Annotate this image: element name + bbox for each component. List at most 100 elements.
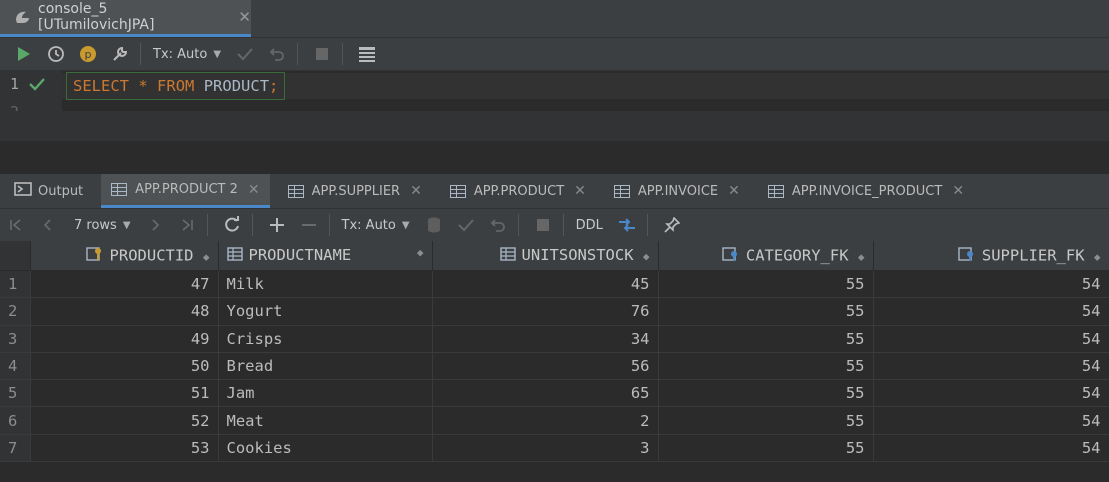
cell-productname[interactable]: Crisps bbox=[218, 325, 433, 353]
db-submit-button[interactable] bbox=[420, 211, 448, 239]
results-grid[interactable]: PRODUCTID ◆ PRODUCTNAME ◆ UNITSONSTOCK ◆… bbox=[0, 241, 1109, 463]
close-icon[interactable]: ✕ bbox=[248, 182, 260, 198]
tab-label: APP.INVOICE bbox=[637, 183, 719, 199]
sql-statement[interactable]: SELECT * FROM PRODUCT; bbox=[66, 72, 286, 100]
rows-count: 7 rows bbox=[74, 217, 117, 233]
tab-app-product-2[interactable]: APP.PRODUCT 2 ✕ bbox=[101, 174, 270, 208]
sort-icon[interactable]: ◆ bbox=[417, 246, 424, 259]
cell-unitsonstock[interactable]: 76 bbox=[432, 297, 659, 326]
cell-productname[interactable]: Milk bbox=[218, 270, 433, 299]
column-header-unitsonstock[interactable]: UNITSONSTOCK ◆ bbox=[432, 241, 659, 271]
commit-button[interactable] bbox=[231, 40, 259, 68]
cell-unitsonstock[interactable]: 45 bbox=[432, 270, 659, 299]
delete-row-button[interactable] bbox=[295, 211, 323, 239]
cell-productid[interactable]: 52 bbox=[30, 406, 219, 435]
table-row[interactable]: 2 48 Yogurt 76 55 54 bbox=[0, 297, 1109, 326]
cell-category-fk[interactable]: 55 bbox=[658, 352, 874, 381]
cell-category-fk[interactable]: 55 bbox=[658, 325, 874, 353]
close-icon[interactable]: ✕ bbox=[238, 8, 251, 26]
last-page-button[interactable] bbox=[173, 211, 201, 239]
cell-productid[interactable]: 53 bbox=[30, 434, 219, 463]
cell-supplier-fk[interactable]: 54 bbox=[873, 297, 1109, 326]
sort-icon[interactable]: ◆ bbox=[203, 250, 210, 263]
grid-commit-button[interactable] bbox=[452, 211, 480, 239]
table-row[interactable]: 4 50 Bread 56 55 54 bbox=[0, 352, 1109, 381]
cell-productname[interactable]: Cookies bbox=[218, 434, 433, 463]
grid-stop-button[interactable] bbox=[529, 211, 557, 239]
success-check-icon bbox=[29, 76, 45, 95]
cell-unitsonstock[interactable]: 2 bbox=[432, 406, 659, 435]
grid-rollback-button[interactable] bbox=[484, 211, 512, 239]
cell-productname[interactable]: Jam bbox=[218, 379, 433, 408]
toolbar-separator bbox=[251, 214, 253, 236]
close-icon[interactable]: ✕ bbox=[952, 183, 964, 199]
cell-category-fk[interactable]: 55 bbox=[658, 406, 874, 435]
page-size-dropdown[interactable]: 7 rows ▼ bbox=[68, 218, 137, 233]
column-header-productname[interactable]: PRODUCTNAME ◆ bbox=[218, 241, 433, 271]
cell-supplier-fk[interactable]: 54 bbox=[873, 434, 1109, 463]
tab-app-supplier[interactable]: APP.SUPPLIER ✕ bbox=[278, 174, 432, 208]
tx-mode-dropdown[interactable]: Tx: Auto ▼ bbox=[147, 47, 227, 62]
undo-icon bbox=[269, 48, 284, 61]
tab-app-invoice-product[interactable]: APP.INVOICE_PRODUCT ✕ bbox=[758, 174, 974, 208]
cell-productid[interactable]: 49 bbox=[30, 325, 219, 353]
table-row[interactable]: 1 47 Milk 45 55 54 bbox=[0, 270, 1109, 299]
add-row-button[interactable] bbox=[263, 211, 291, 239]
cell-productname[interactable]: Meat bbox=[218, 406, 433, 435]
close-icon[interactable]: ✕ bbox=[410, 183, 422, 199]
tab-app-invoice[interactable]: APP.INVOICE ✕ bbox=[604, 174, 750, 208]
cell-unitsonstock[interactable]: 34 bbox=[432, 325, 659, 353]
cell-supplier-fk[interactable]: 54 bbox=[873, 379, 1109, 408]
ddl-button[interactable]: DDL bbox=[570, 218, 609, 233]
stop-button[interactable] bbox=[308, 40, 336, 68]
previous-page-button[interactable] bbox=[34, 211, 62, 239]
cell-category-fk[interactable]: 55 bbox=[658, 434, 874, 463]
close-icon[interactable]: ✕ bbox=[574, 183, 586, 199]
cell-productname[interactable]: Yogurt bbox=[218, 297, 433, 326]
refresh-button[interactable] bbox=[218, 211, 246, 239]
chevron-down-icon: ▼ bbox=[401, 219, 410, 231]
settings-button[interactable] bbox=[106, 40, 134, 68]
panel-divider[interactable] bbox=[0, 141, 1109, 174]
grid-tx-mode-dropdown[interactable]: Tx: Auto ▼ bbox=[336, 218, 416, 233]
table-row[interactable]: 5 51 Jam 65 55 54 bbox=[0, 379, 1109, 408]
explain-plan-button[interactable]: p bbox=[74, 40, 102, 68]
cell-supplier-fk[interactable]: 54 bbox=[873, 270, 1109, 299]
cell-unitsonstock[interactable]: 3 bbox=[432, 434, 659, 463]
sort-icon[interactable]: ◆ bbox=[858, 250, 865, 263]
sort-icon[interactable]: ◆ bbox=[643, 250, 650, 263]
cell-productid[interactable]: 51 bbox=[30, 379, 219, 408]
pin-tab-button[interactable] bbox=[658, 211, 686, 239]
cell-supplier-fk[interactable]: 54 bbox=[873, 352, 1109, 381]
sort-icon[interactable]: ◆ bbox=[1094, 250, 1101, 263]
table-row[interactable]: 7 53 Cookies 3 55 54 bbox=[0, 434, 1109, 463]
compare-button[interactable] bbox=[613, 211, 641, 239]
next-page-button[interactable] bbox=[141, 211, 169, 239]
cell-productid[interactable]: 50 bbox=[30, 352, 219, 381]
cell-unitsonstock[interactable]: 65 bbox=[432, 379, 659, 408]
table-row[interactable]: 6 52 Meat 2 55 54 bbox=[0, 406, 1109, 435]
history-button[interactable] bbox=[42, 40, 70, 68]
column-header-category-fk[interactable]: CATEGORY_FK ◆ bbox=[658, 241, 874, 271]
cell-category-fk[interactable]: 55 bbox=[658, 297, 874, 326]
column-header-supplier-fk[interactable]: SUPPLIER_FK ◆ bbox=[873, 241, 1109, 271]
console-tab[interactable]: console_5 [UTumilovichJPA] ✕ bbox=[0, 0, 251, 37]
column-header-productid[interactable]: PRODUCTID ◆ bbox=[30, 241, 219, 271]
first-page-button[interactable] bbox=[2, 211, 30, 239]
cell-productid[interactable]: 47 bbox=[30, 270, 219, 299]
tab-app-product[interactable]: APP.PRODUCT ✕ bbox=[440, 174, 596, 208]
cell-category-fk[interactable]: 55 bbox=[658, 379, 874, 408]
cell-productid[interactable]: 48 bbox=[30, 297, 219, 326]
tab-output[interactable]: Output bbox=[0, 174, 93, 208]
cell-unitsonstock[interactable]: 56 bbox=[432, 352, 659, 381]
close-icon[interactable]: ✕ bbox=[728, 183, 740, 199]
cell-supplier-fk[interactable]: 54 bbox=[873, 406, 1109, 435]
cell-category-fk[interactable]: 55 bbox=[658, 270, 874, 299]
table-row[interactable]: 3 49 Crisps 34 55 54 bbox=[0, 325, 1109, 353]
editor-area[interactable] bbox=[0, 111, 1109, 142]
run-button[interactable] bbox=[10, 40, 38, 68]
cell-supplier-fk[interactable]: 54 bbox=[873, 325, 1109, 353]
cell-productname[interactable]: Bread bbox=[218, 352, 433, 381]
rollback-button[interactable] bbox=[263, 40, 291, 68]
results-layout-button[interactable] bbox=[353, 40, 381, 68]
